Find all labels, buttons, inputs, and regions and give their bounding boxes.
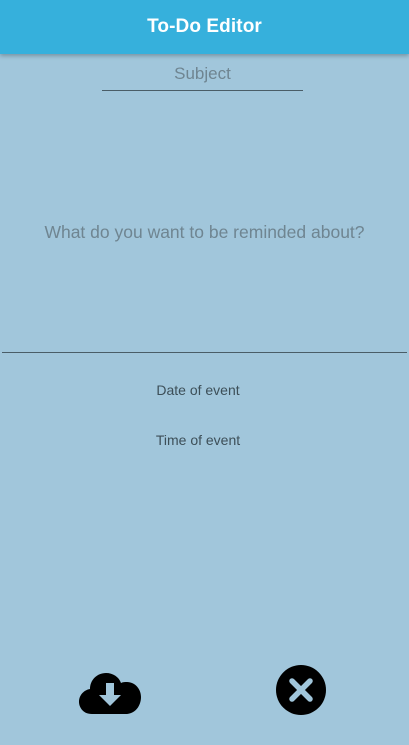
reminder-body-input[interactable] xyxy=(2,114,407,353)
cancel-button[interactable] xyxy=(274,663,328,717)
date-of-event-picker[interactable]: Date of event xyxy=(98,382,298,398)
app-title: To-Do Editor xyxy=(147,16,262,37)
save-button[interactable] xyxy=(78,664,142,718)
close-circle-icon xyxy=(276,665,326,715)
subject-input[interactable] xyxy=(102,62,303,91)
app-bar: To-Do Editor xyxy=(0,0,409,54)
cloud-download-icon xyxy=(79,673,141,714)
time-of-event-picker[interactable]: Time of event xyxy=(98,432,298,448)
